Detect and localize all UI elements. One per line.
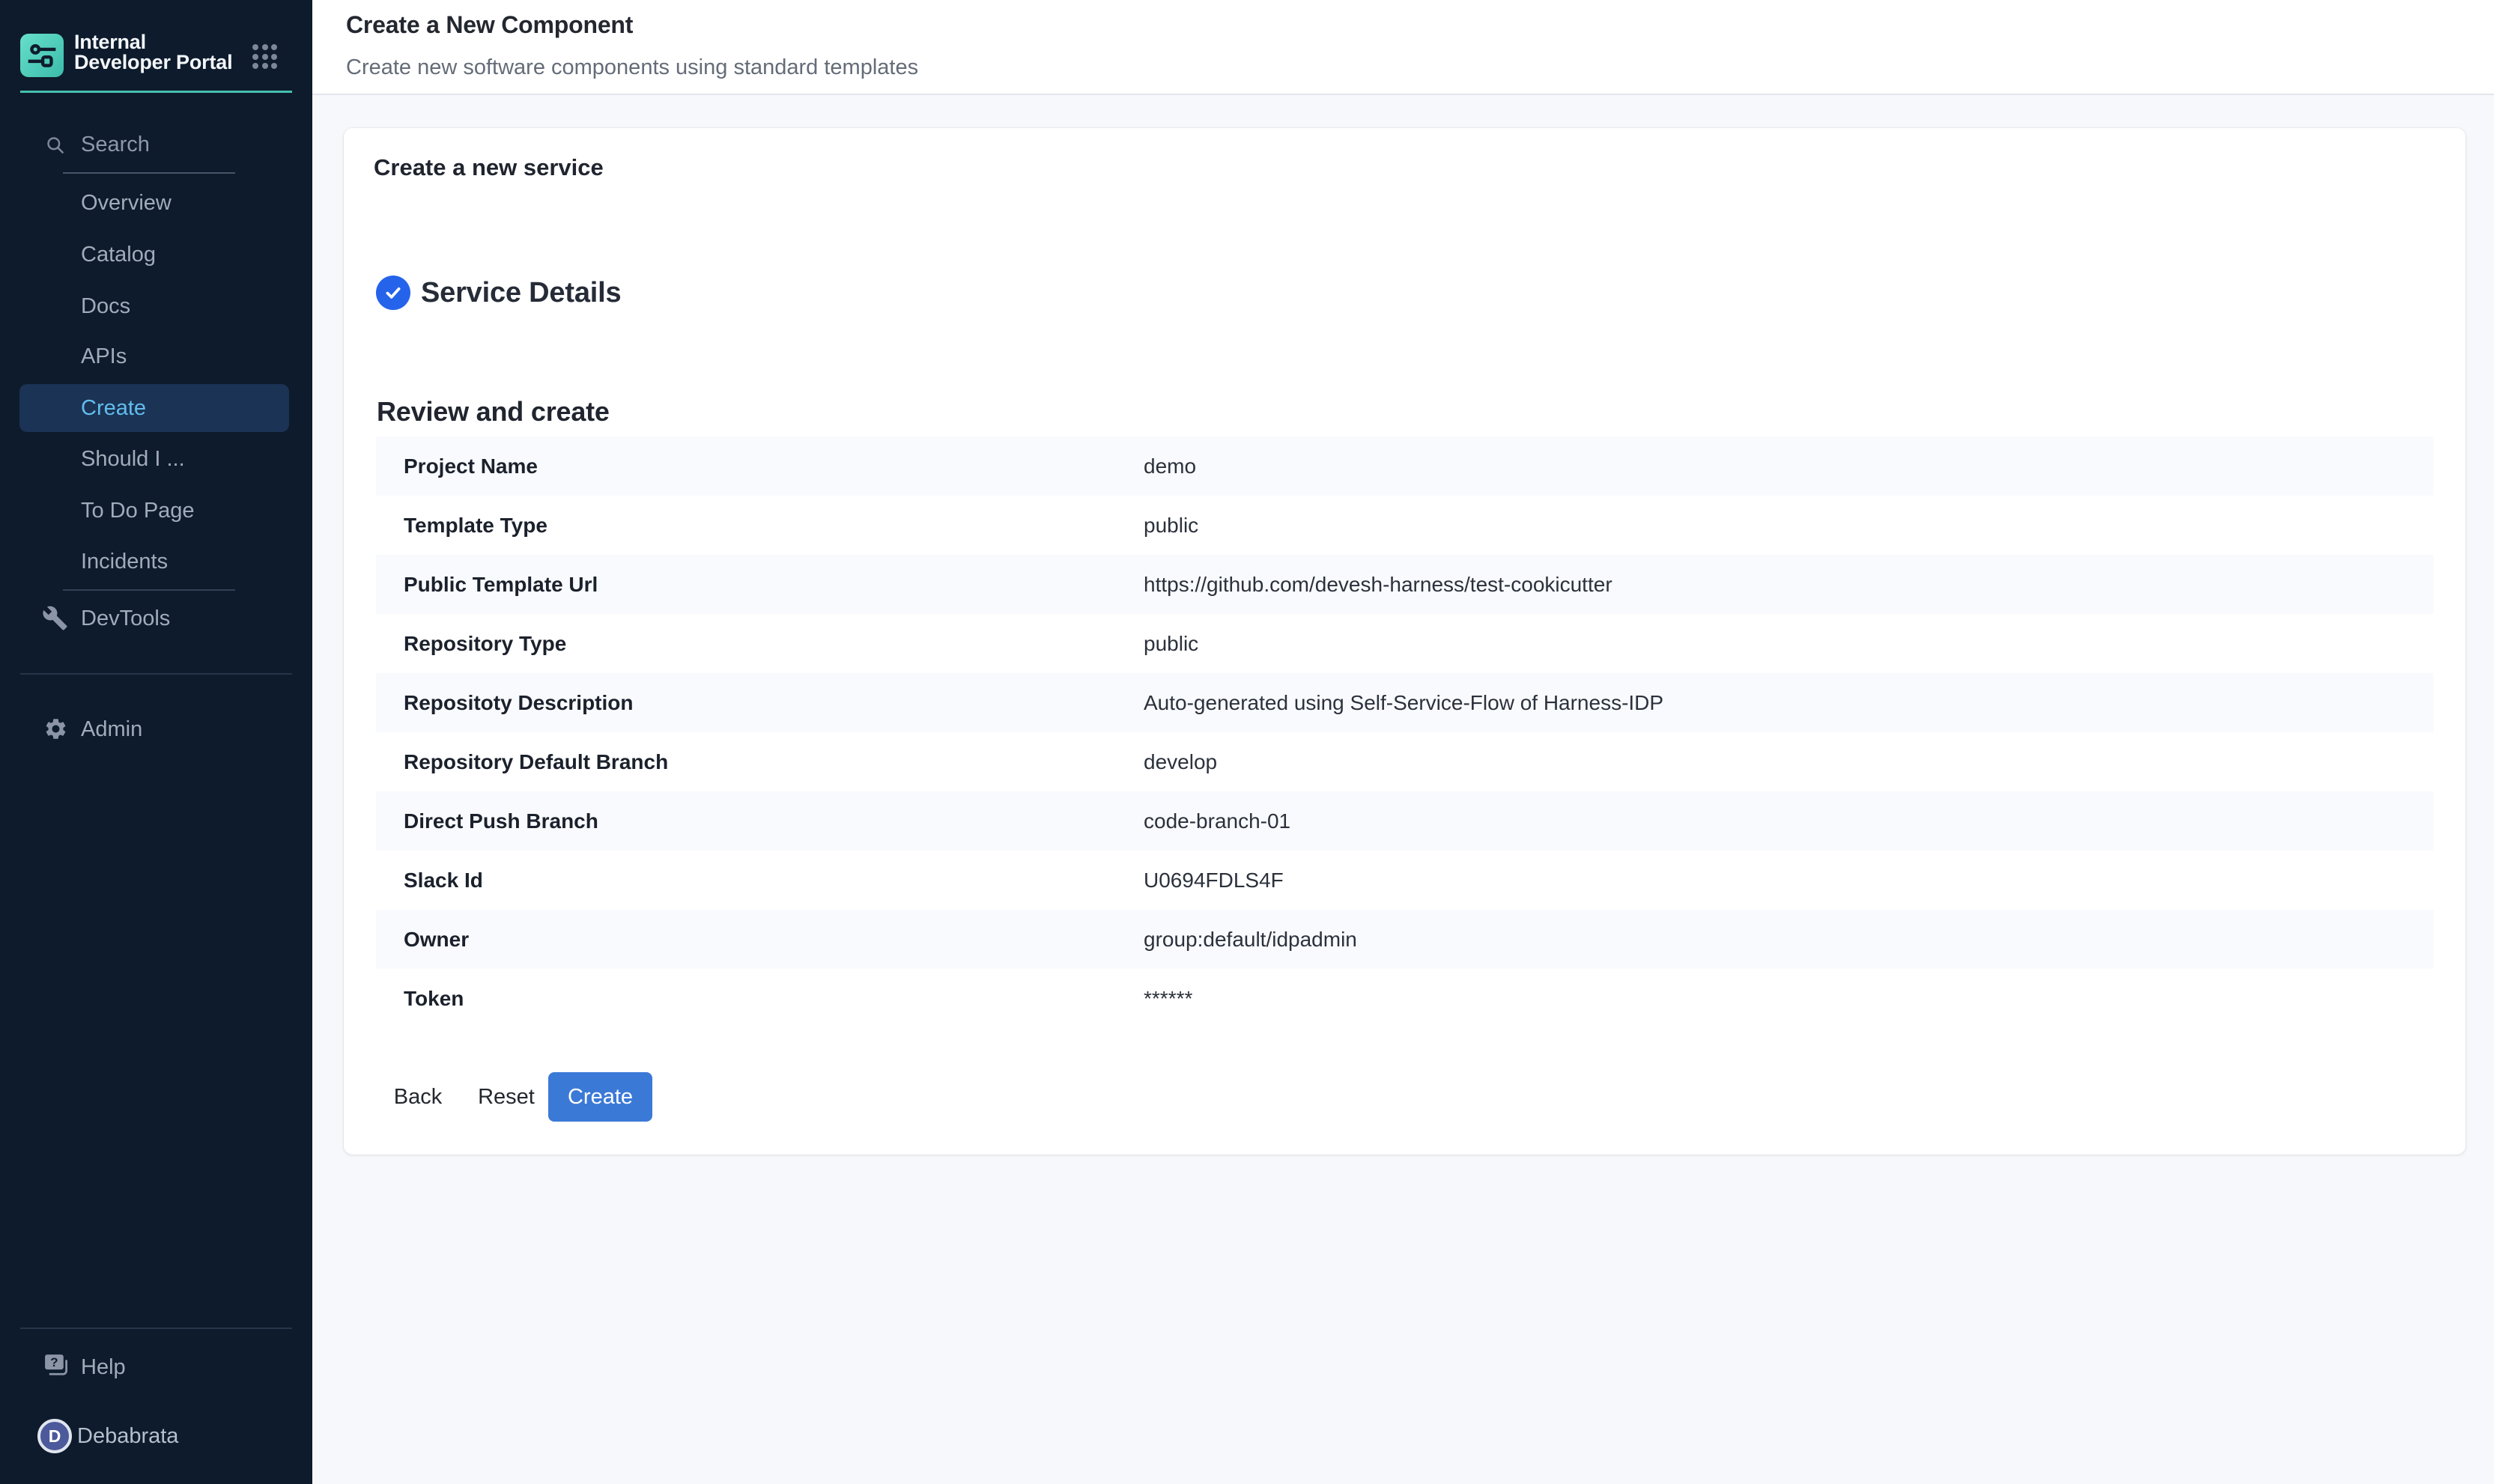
avatar[interactable]: D xyxy=(37,1419,72,1453)
row-value: U0694FDLS4F xyxy=(1144,851,1284,910)
table-row: Repository Type public xyxy=(376,614,2433,673)
table-row: Token ****** xyxy=(376,969,2433,1028)
help-chat-icon: ? xyxy=(43,1352,70,1384)
row-label: Slack Id xyxy=(404,851,483,910)
row-label: Owner xyxy=(404,910,469,969)
svg-text:?: ? xyxy=(50,1355,58,1369)
sidebar-item-catalog[interactable]: Catalog xyxy=(81,242,156,267)
back-button[interactable]: Back xyxy=(388,1072,448,1122)
table-row: Project Name demo xyxy=(376,437,2433,496)
row-value: code-branch-01 xyxy=(1144,791,1290,851)
row-label: Token xyxy=(404,969,464,1028)
row-label: Project Name xyxy=(404,437,538,496)
row-value: Auto-generated using Self-Service-Flow o… xyxy=(1144,673,1663,732)
row-value: group:default/idpadmin xyxy=(1144,910,1357,969)
flow-logo-icon xyxy=(25,39,58,72)
sidebar-item-admin[interactable]: Admin xyxy=(81,717,142,742)
row-label: Repositoty Description xyxy=(404,673,633,732)
review-table: Project NamedemoTemplate TypepublicPubli… xyxy=(376,437,2433,1028)
sidebar-item-search[interactable]: Search xyxy=(81,132,150,157)
table-row: Repository Default Branch develop xyxy=(376,732,2433,791)
user-name[interactable]: Debabrata xyxy=(77,1423,178,1449)
table-row: Direct Push Branch code-branch-01 xyxy=(376,791,2433,851)
sidebar-item-create-label: Create xyxy=(81,384,146,432)
table-row: Owner group:default/idpadmin xyxy=(376,910,2433,969)
footer-divider xyxy=(20,1328,292,1329)
page-header: Create a New Component Create new softwa… xyxy=(312,0,2494,95)
table-row: Public Template Url https://github.com/de… xyxy=(376,555,2433,614)
row-value: public xyxy=(1144,614,1198,673)
step-label[interactable]: Service Details xyxy=(421,276,621,310)
check-circle-icon xyxy=(376,276,410,310)
sidebar-item-help[interactable]: Help xyxy=(81,1354,126,1380)
nav-divider xyxy=(63,589,235,591)
table-row: Slack Id U0694FDLS4F xyxy=(376,851,2433,910)
row-value: https://github.com/devesh-harness/test-c… xyxy=(1144,555,1612,614)
avatar-initial: D xyxy=(49,1426,61,1447)
row-value: develop xyxy=(1144,732,1217,791)
reset-button[interactable]: Reset xyxy=(476,1072,536,1122)
create-service-card: Create a new service Service Details Rev… xyxy=(344,128,2466,1155)
sidebar-item-create[interactable]: Create xyxy=(19,384,289,432)
sidebar-item-devtools[interactable]: DevTools xyxy=(81,606,170,631)
table-row: Repositoty Description Auto-generated usi… xyxy=(376,673,2433,732)
row-value: public xyxy=(1144,496,1198,555)
table-row: Template Type public xyxy=(376,496,2433,555)
sidebar: Internal Developer Portal Search Overvie… xyxy=(0,0,312,1484)
row-label: Direct Push Branch xyxy=(404,791,598,851)
sidebar-item-docs[interactable]: Docs xyxy=(81,294,130,319)
brand-divider xyxy=(20,91,292,93)
page-title: Create a New Component xyxy=(346,11,633,39)
idp-logo[interactable] xyxy=(20,34,64,77)
sidebar-item-incidents[interactable]: Incidents xyxy=(81,549,168,574)
sidebar-item-apis[interactable]: APIs xyxy=(81,344,127,369)
row-label: Repository Default Branch xyxy=(404,732,668,791)
create-button[interactable]: Create xyxy=(548,1072,652,1122)
wrench-icon xyxy=(42,605,68,635)
apps-grid-icon[interactable] xyxy=(252,44,277,69)
row-label: Repository Type xyxy=(404,614,566,673)
row-value: demo xyxy=(1144,437,1196,496)
sidebar-item-overview[interactable]: Overview xyxy=(81,190,172,216)
brand-title: Internal Developer Portal xyxy=(74,32,243,73)
card-title: Create a new service xyxy=(374,154,604,181)
page-subtitle: Create new software components using sta… xyxy=(346,55,918,80)
gear-icon xyxy=(43,717,68,745)
section-divider xyxy=(20,673,292,675)
row-value: ****** xyxy=(1144,969,1192,1028)
search-divider xyxy=(63,172,235,174)
sidebar-item-to-do-page[interactable]: To Do Page xyxy=(81,498,195,523)
row-label: Public Template Url xyxy=(404,555,598,614)
row-label: Template Type xyxy=(404,496,547,555)
sidebar-item-should-i[interactable]: Should I ... xyxy=(81,446,185,472)
search-icon xyxy=(45,135,65,159)
main-content: Create a New Component Create new softwa… xyxy=(312,0,2494,1484)
review-title: Review and create xyxy=(377,396,610,428)
